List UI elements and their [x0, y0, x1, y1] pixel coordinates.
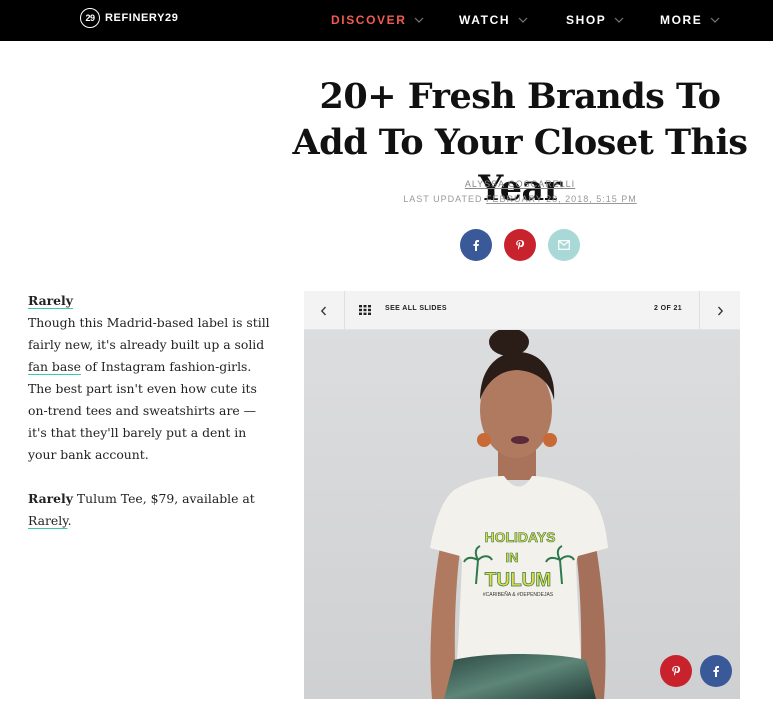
shop-link[interactable]: Rarely: [28, 513, 68, 528]
author-byline: ALYSSA COSCARELLI: [300, 179, 740, 189]
facebook-icon: [713, 666, 719, 677]
chevron-down-icon: [710, 15, 720, 25]
chevron-down-icon: [518, 15, 528, 25]
tee-print-line-1: HOLIDAYS: [484, 529, 555, 545]
pinterest-share-button[interactable]: [504, 229, 536, 261]
next-slide-button[interactable]: [699, 291, 740, 330]
chevron-right-icon: [718, 306, 724, 315]
tee-print-small: #CARIBEÑA & #DEPENDEJAS: [483, 591, 554, 598]
chevron-down-icon: [414, 15, 424, 25]
product-brand: Rarely: [28, 491, 73, 506]
slide-counter: 2 OF 21: [654, 305, 683, 312]
description-text-2: of Instagram fashion-girls. The best par…: [28, 359, 257, 462]
tee-print-line-2: IN: [506, 550, 519, 565]
nav-item-label: DISCOVER: [331, 13, 407, 27]
nav-item-more[interactable]: MORE: [660, 12, 720, 28]
image-pinterest-button[interactable]: [660, 655, 692, 687]
see-all-slides-button[interactable]: SEE ALL SLIDES: [385, 305, 447, 312]
last-updated-date: FEBRUARY 28, 2018, 5:15 PM: [485, 194, 637, 204]
brand-link[interactable]: Rarely: [28, 293, 73, 308]
nav-item-shop[interactable]: SHOP: [566, 12, 624, 28]
grid-icon[interactable]: [359, 305, 371, 315]
previous-slide-button[interactable]: [304, 291, 345, 330]
tee-print-line-3: TULUM: [485, 570, 551, 591]
nav-item-label: MORE: [660, 13, 703, 27]
chevron-left-icon: [320, 306, 326, 315]
facebook-icon: [473, 240, 479, 251]
logo-text: REFINERY29: [105, 12, 179, 24]
top-navigation-bar: 29 REFINERY29 DISCOVER WATCH SHOP MORE: [0, 0, 773, 41]
description-text-1: Though this Madrid-based label is still …: [28, 315, 270, 352]
nav-item-discover[interactable]: DISCOVER: [331, 12, 424, 28]
last-updated-label: LAST UPDATED: [403, 194, 483, 204]
article-title: 20+ Fresh Brands To Add To Your Closet T…: [292, 76, 748, 209]
slide-description: Rarely Though this Madrid-based label is…: [28, 290, 278, 532]
pinterest-icon: [516, 240, 525, 250]
slide-image: HOLIDAYS IN TULUM #CARIBEÑA & #DEPENDEJA…: [304, 330, 740, 699]
fan-base-link[interactable]: fan base: [28, 359, 81, 374]
mail-icon: [558, 240, 570, 250]
product-text: Tulum Tee, $79, available at: [76, 491, 255, 506]
nav-item-label: SHOP: [566, 13, 607, 27]
nav-item-label: WATCH: [459, 13, 511, 27]
site-logo[interactable]: 29 REFINERY29: [80, 8, 178, 28]
email-share-button[interactable]: [548, 229, 580, 261]
logo-mark-icon: 29: [80, 8, 100, 28]
image-facebook-button[interactable]: [700, 655, 732, 687]
slideshow-toolbar: SEE ALL SLIDES 2 OF 21: [304, 291, 740, 330]
last-updated: LAST UPDATED FEBRUARY 28, 2018, 5:15 PM: [300, 194, 740, 204]
shop-link-suffix: .: [67, 513, 72, 528]
pinterest-icon: [672, 666, 681, 676]
chevron-down-icon: [614, 15, 624, 25]
author-link[interactable]: ALYSSA COSCARELLI: [465, 179, 575, 189]
nav-item-watch[interactable]: WATCH: [459, 12, 528, 28]
facebook-share-button[interactable]: [460, 229, 492, 261]
